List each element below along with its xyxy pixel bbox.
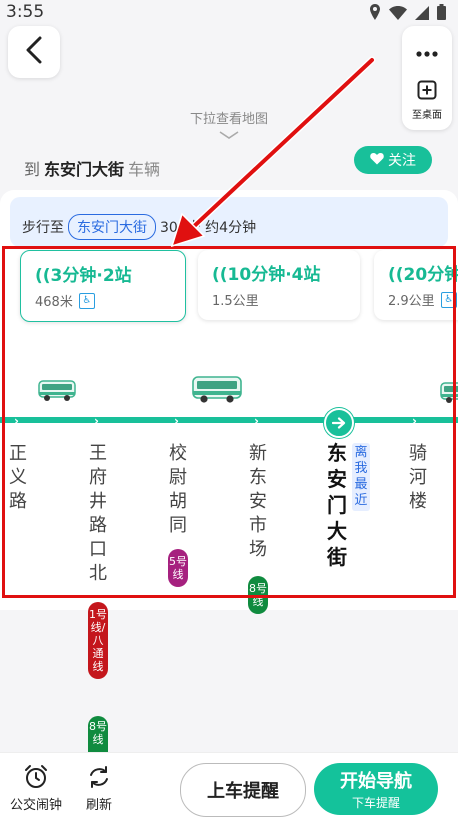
status-time: 3:55 [6, 2, 45, 22]
destination-prefix: 到 [24, 160, 41, 179]
bus-alarm-button[interactable]: 公交闹钟 [10, 764, 62, 813]
status-icons [369, 4, 446, 24]
more-icon [416, 42, 438, 61]
signal-icon [415, 5, 429, 24]
location-icon [369, 4, 381, 24]
start-navigation-button[interactable]: 开始导航 下车提醒 [314, 763, 438, 815]
destination-stop: 东安门大街 [44, 160, 125, 179]
bus-alarm-label: 公交闹钟 [10, 798, 63, 813]
refresh-label: 刷新 [86, 798, 113, 813]
back-button[interactable] [8, 26, 60, 78]
chevron-left-icon [25, 36, 43, 68]
subway-line-badge: 8号线 [88, 716, 108, 756]
refresh-button[interactable]: 刷新 [86, 764, 112, 813]
alight-reminder-label: 下车提醒 [351, 796, 400, 810]
annotation-arrow [170, 56, 376, 248]
more-button[interactable] [402, 26, 452, 76]
destination-line: 到东安门大街 车辆 [24, 156, 160, 180]
refresh-icon [86, 764, 112, 794]
start-navigation-label: 开始导航 [340, 771, 412, 792]
wifi-icon [389, 5, 407, 24]
battery-icon [437, 4, 446, 24]
plus-square-icon [417, 80, 437, 104]
boarding-reminder-button[interactable]: 上车提醒 [180, 763, 306, 817]
destination-suffix: 车辆 [128, 160, 161, 179]
walk-prefix: 步行至 [22, 220, 64, 236]
walk-stop-tag[interactable]: 东安门大街 [68, 214, 156, 240]
alarm-clock-icon [23, 764, 49, 794]
subway-line-badge: 1号线/八通线 [88, 602, 108, 679]
status-bar: 3:55 [0, 0, 458, 26]
highlight-box [2, 246, 456, 598]
follow-label: 关注 [388, 153, 416, 169]
